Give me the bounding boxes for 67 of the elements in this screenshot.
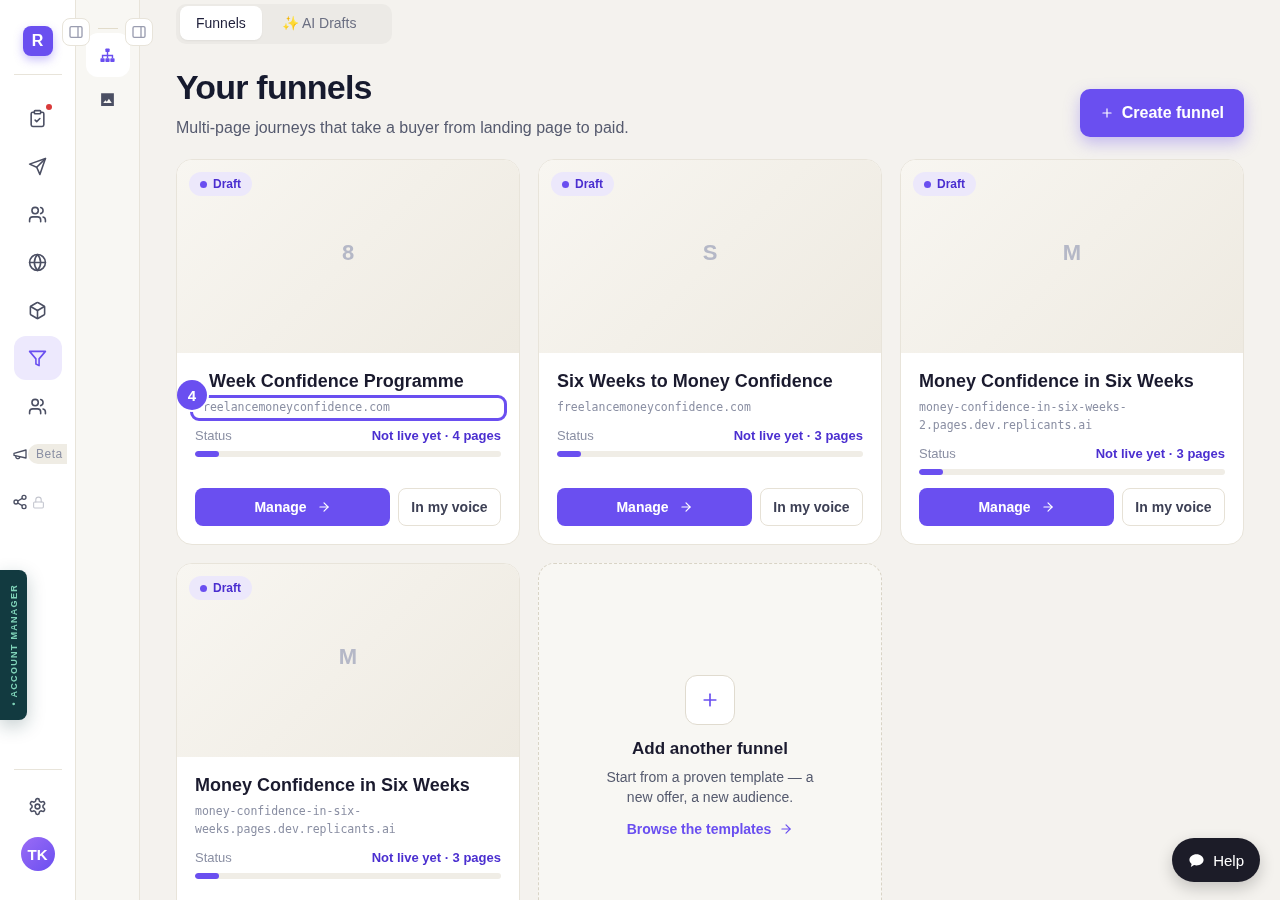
preview-initial: M xyxy=(1062,240,1082,266)
arrow-right-icon xyxy=(316,500,331,514)
brand-logo[interactable]: R xyxy=(22,26,53,56)
preview-initial: M xyxy=(338,644,358,670)
tab[interactable]: Funnels xyxy=(180,6,262,40)
sidebar-item[interactable] xyxy=(85,33,130,77)
box-icon xyxy=(28,300,47,320)
voice-button[interactable]: In my voice xyxy=(1122,488,1225,526)
browse-templates-link[interactable]: Browse the templates xyxy=(626,821,794,837)
people-icon xyxy=(28,396,47,416)
people-icon xyxy=(28,204,47,224)
funnel-icon xyxy=(28,348,47,368)
draft-badge: Draft xyxy=(189,172,252,196)
account-manager-tab[interactable]: • ACCOUNT MANAGER xyxy=(0,570,27,720)
status-value: Not live yet · 4 pages xyxy=(371,428,501,443)
plus-icon xyxy=(1099,106,1114,120)
status-label: Status xyxy=(195,428,232,443)
settings-icon xyxy=(28,796,47,816)
sitemap-icon xyxy=(99,46,116,64)
page-title: Your funnels xyxy=(176,68,373,107)
clipboard-check-icon xyxy=(28,108,47,128)
arrow-right-icon xyxy=(779,822,794,836)
megaphone-icon xyxy=(12,446,28,462)
page-subtitle: Multi-page journeys that take a buyer from landing page to paid. xyxy=(176,119,629,137)
image-icon xyxy=(99,90,116,108)
user-avatar[interactable]: TK xyxy=(20,837,55,871)
sidebar-panel-icon xyxy=(131,24,147,40)
status-value: Not live yet · 3 pages xyxy=(733,428,863,443)
funnel-title: Week Confidence Programme xyxy=(209,371,464,391)
add-funnel-description: Start from a proven template — a new offer, a new audience. xyxy=(605,768,815,807)
funnel-title: Six Weeks to Money Confidence xyxy=(557,371,833,391)
draft-badge: Draft xyxy=(551,172,614,196)
globe-icon xyxy=(28,252,47,272)
add-funnel-title: Add another funnel xyxy=(632,739,788,759)
funnel-domain: freelancemoneyconfidence.com xyxy=(557,400,751,414)
tab[interactable]: ✨ AI Drafts xyxy=(265,6,373,40)
arrow-right-icon xyxy=(678,500,693,514)
panel-toggle-button[interactable] xyxy=(62,18,90,46)
manage-button[interactable]: Manage xyxy=(919,488,1114,526)
beta-badge: Beta xyxy=(28,444,67,464)
voice-button[interactable]: In my voice xyxy=(398,488,501,526)
status-value: Not live yet · 3 pages xyxy=(1095,446,1225,461)
send-icon xyxy=(28,156,47,176)
voice-button[interactable]: In my voice xyxy=(760,488,863,526)
sidebar-item[interactable] xyxy=(13,336,62,380)
funnel-domain: money-confidence-in-six-weeks-2.pages.dev.replicants.ai xyxy=(919,400,1127,432)
panel-toggle-button[interactable] xyxy=(125,18,153,46)
help-button[interactable]: Help xyxy=(1172,838,1260,882)
draft-badge: Draft xyxy=(913,172,976,196)
status-value: Not live yet · 3 pages xyxy=(371,850,501,865)
sidebar-panel-icon xyxy=(68,24,84,40)
account-manager-label: • ACCOUNT MANAGER xyxy=(8,584,19,706)
create-funnel-button[interactable]: Create funnel xyxy=(1079,89,1244,137)
status-label: Status xyxy=(919,446,956,461)
funnel-domain: money-confidence-in-six-weeks.pages.dev.replicants.ai xyxy=(195,804,396,836)
funnel-title: Money Confidence in Six Weeks xyxy=(195,775,470,795)
preview-initial: S xyxy=(702,240,718,266)
status-label: Status xyxy=(557,428,594,443)
share-icon xyxy=(12,494,28,510)
chat-icon xyxy=(1188,851,1206,869)
manage-button[interactable]: Manage xyxy=(195,488,390,526)
preview-initial: 8 xyxy=(341,240,355,266)
funnel-title: Money Confidence in Six Weeks xyxy=(919,371,1194,391)
draft-badge: Draft xyxy=(189,576,252,600)
status-label: Status xyxy=(195,850,232,865)
arrow-right-icon xyxy=(1040,500,1055,514)
manage-button[interactable]: Manage xyxy=(557,488,752,526)
